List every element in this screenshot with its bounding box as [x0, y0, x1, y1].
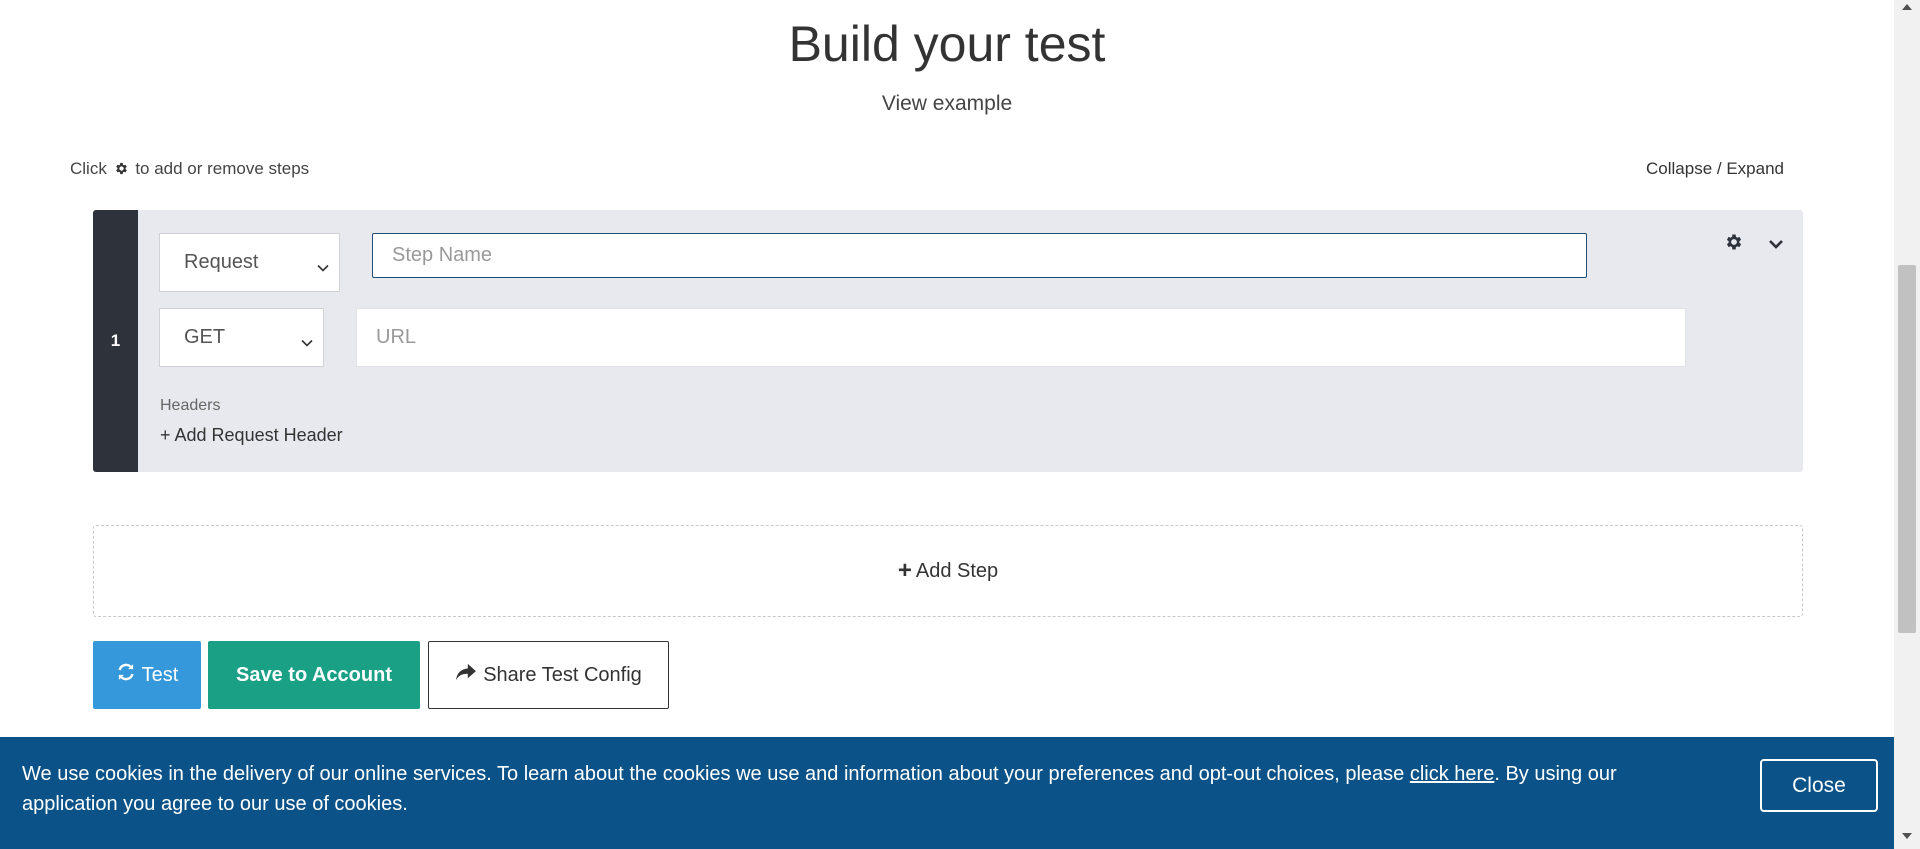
cookie-banner: We use cookies in the delivery of our on… [0, 737, 1894, 849]
chevron-down-icon [301, 332, 313, 355]
gear-icon [114, 161, 129, 181]
collapse-expand-link[interactable]: Collapse / Expand [1646, 159, 1784, 179]
cookie-policy-link[interactable]: click here [1410, 763, 1494, 785]
test-button[interactable]: Test [93, 641, 201, 709]
http-method-value: GET [184, 326, 226, 348]
share-test-config-button[interactable]: Share Test Config [428, 641, 669, 709]
cookie-text-before: We use cookies in the delivery of our on… [22, 763, 1410, 785]
chevron-down-icon[interactable] [1768, 237, 1784, 255]
page: Build your test View example Click to ad… [0, 0, 1894, 849]
scrollbar-thumb[interactable] [1898, 265, 1916, 633]
test-button-label: Test [141, 663, 179, 686]
add-step-label: Add Step [915, 559, 999, 582]
vertical-scrollbar[interactable] [1894, 0, 1920, 849]
save-to-account-button[interactable]: Save to Account [208, 641, 420, 709]
share-button-label: Share Test Config [483, 663, 642, 686]
step-name-input[interactable]: Step Name [372, 233, 1587, 278]
cookie-message: We use cookies in the delivery of our on… [22, 759, 1712, 819]
page-title: Build your test [788, 16, 1106, 72]
headers-label: Headers [160, 397, 221, 414]
step-number: 1 [93, 210, 138, 472]
chevron-down-icon [317, 257, 329, 280]
scroll-up-arrow-icon[interactable] [1902, 4, 1912, 10]
add-step-button[interactable]: + Add Step [93, 525, 1803, 617]
step-card: 1 Request Step Name GET URL Headers + Ad… [93, 210, 1803, 472]
step-type-select[interactable]: Request [159, 233, 340, 292]
step-type-value: Request [184, 251, 259, 273]
scroll-down-arrow-icon[interactable] [1902, 833, 1912, 839]
plus-icon: + [897, 557, 912, 584]
http-method-select[interactable]: GET [159, 308, 324, 367]
hint-text-after: to add or remove steps [135, 159, 310, 178]
view-example-link[interactable]: View example [0, 92, 1894, 116]
steps-hint: Click to add or remove steps [70, 159, 309, 181]
share-icon [455, 663, 483, 687]
refresh-icon [116, 662, 142, 688]
cookie-close-button[interactable]: Close [1760, 759, 1878, 812]
hint-text-before: Click [70, 159, 107, 178]
add-request-header-link[interactable]: + Add Request Header [160, 425, 343, 446]
gear-icon[interactable] [1724, 232, 1744, 257]
url-input[interactable]: URL [356, 308, 1686, 367]
